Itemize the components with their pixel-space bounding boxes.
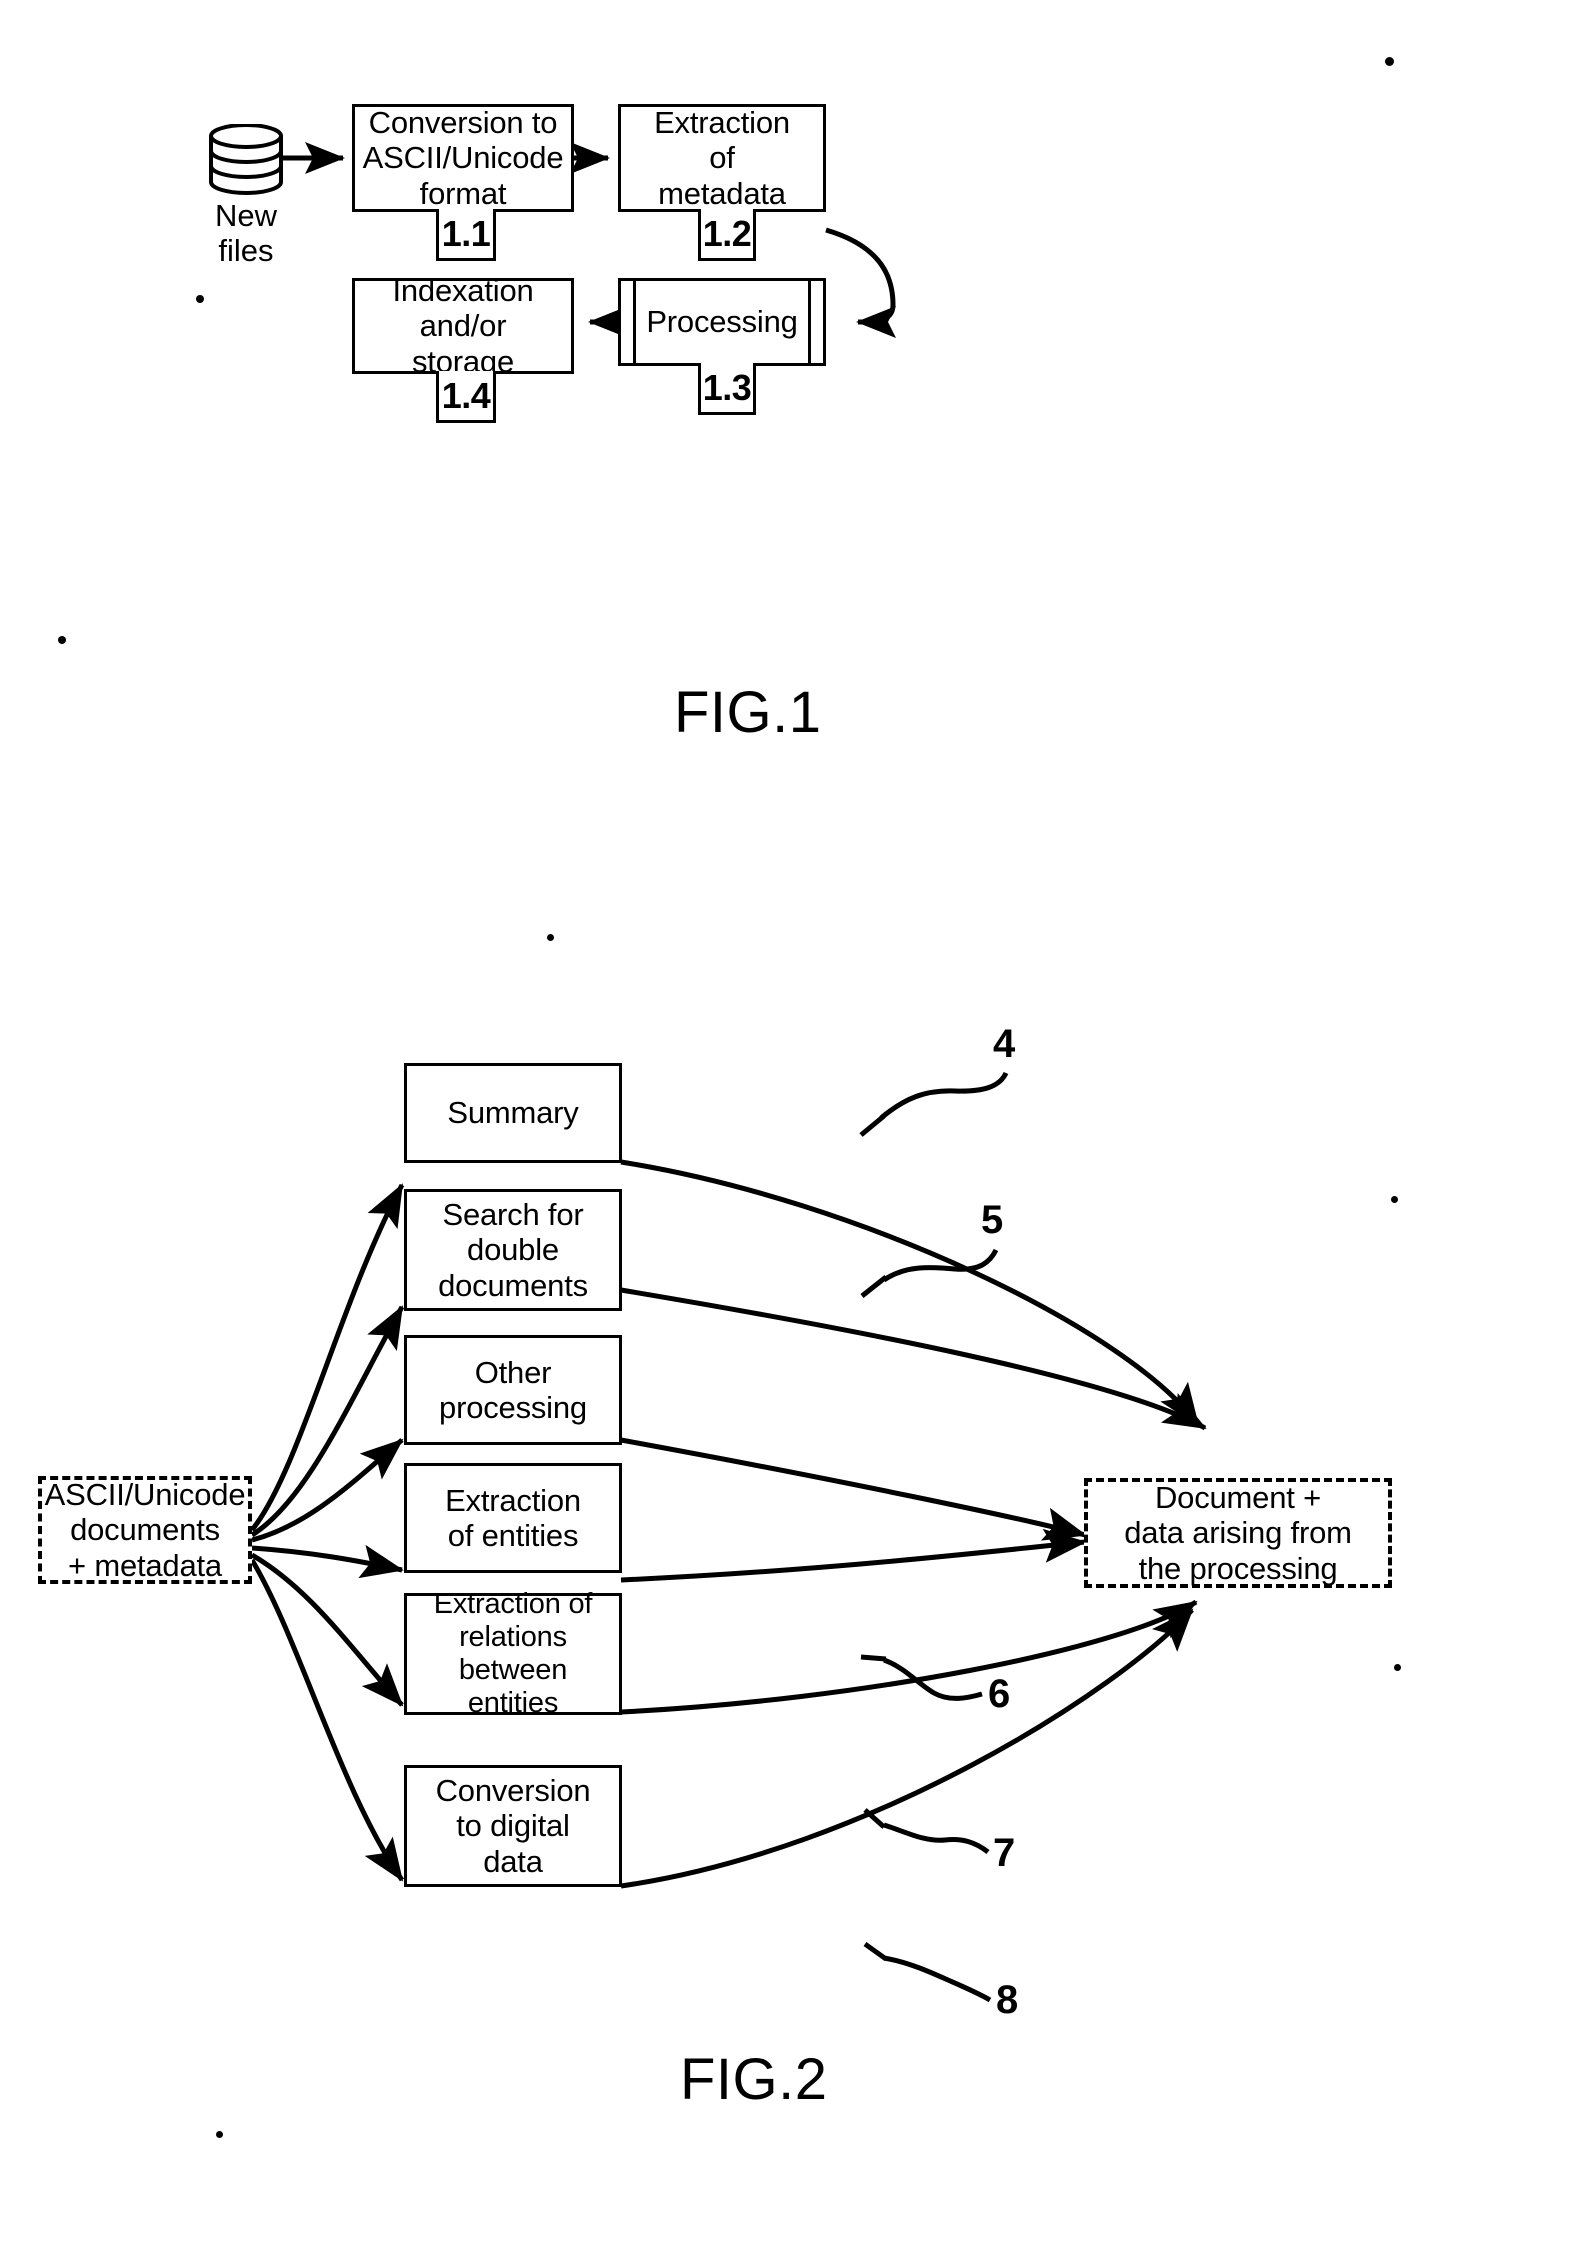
arrow-input-to-entities — [251, 1544, 404, 1579]
step-box-label: Processing — [646, 304, 798, 340]
leader-tick-4 — [859, 1114, 886, 1137]
scan-speck — [196, 295, 204, 303]
branch-box-conversion-to-digital-data: Conversion to digital data — [404, 1765, 622, 1887]
branch-box-other-processing: Other processing — [404, 1335, 622, 1445]
reference-numeral-5: 5 — [981, 1198, 1004, 1242]
step-box-conversion-ascii: Conversion to ASCII/Unicode format — [352, 104, 574, 212]
leader-line-8 — [883, 1955, 992, 2003]
branch-box-label: Extraction of relations between entities — [433, 1587, 593, 1720]
branch-box-label: Summary — [447, 1095, 579, 1131]
step-box-indexation-storage: Indexation and/or storage — [352, 273, 574, 379]
arrow-step2-to-step3 — [825, 227, 897, 338]
arrow-relations-to-output — [620, 1599, 1198, 1715]
leader-tick-6 — [860, 1654, 887, 1662]
arrow-conversion-to-output — [620, 1608, 1194, 1889]
branch-box-extraction-of-entities: Extraction of entities — [404, 1463, 622, 1573]
leader-tick-8 — [863, 1941, 888, 1962]
step-ref-tag-1-2: 1.2 — [698, 209, 756, 261]
step-ref-tag-1-1: 1.1 — [436, 209, 496, 261]
leader-line-7 — [883, 1822, 990, 1855]
output-box-document-plus-data: Document + data arising from the process… — [1084, 1478, 1392, 1588]
patent-drawing-sheet: New files Conversion to ASCII/Unicode fo… — [0, 0, 1591, 2252]
scan-speck — [547, 934, 554, 941]
arrow-summary-to-output — [620, 1159, 1201, 1427]
step-box-label: Indexation and/or storage — [392, 273, 534, 379]
scan-speck — [216, 2131, 223, 2138]
scan-speck — [1391, 1196, 1398, 1203]
source-label: New files — [214, 198, 277, 269]
branch-box-summary: Summary — [404, 1063, 622, 1163]
step-ref-tag-1-3: 1.3 — [698, 363, 756, 415]
step-box-label: Conversion to ASCII/Unicode format — [362, 105, 564, 211]
predefined-process-bar-right — [808, 281, 811, 363]
step-box-processing: Processing — [618, 278, 826, 366]
reference-numeral-7: 7 — [993, 1831, 1016, 1875]
step-box-label: Extraction of metadata — [654, 105, 790, 211]
reference-numeral-6: 6 — [988, 1672, 1011, 1716]
leader-tick-5 — [860, 1275, 888, 1298]
scan-speck — [1385, 57, 1394, 66]
branch-box-label: Conversion to digital data — [435, 1773, 591, 1879]
reference-numeral-8: 8 — [996, 1978, 1019, 2022]
arrow-input-to-relations — [250, 1552, 404, 1707]
step-box-extraction-metadata: Extraction of metadata — [618, 104, 826, 212]
arrow-double-docs-to-output — [620, 1287, 1207, 1431]
figure-2-caption: FIG.2 — [680, 2047, 828, 2112]
arrow-entities-to-output — [620, 1528, 1087, 1583]
figure-1-caption: FIG.1 — [674, 680, 822, 745]
arrow-input-to-summary — [250, 1183, 405, 1532]
reference-numeral-4: 4 — [993, 1022, 1016, 1066]
output-box-label: Document + data arising from the process… — [1124, 1480, 1352, 1586]
predefined-process-bar-left — [633, 281, 636, 363]
leader-line-4 — [879, 1071, 1009, 1120]
scan-speck — [58, 636, 66, 644]
branch-box-label: Other processing — [439, 1354, 587, 1425]
step-ref-tag-1-4: 1.4 — [436, 371, 496, 423]
arrow-other-to-output — [620, 1437, 1087, 1541]
branch-box-search-double-documents: Search for double documents — [404, 1189, 622, 1311]
branch-box-extraction-of-relations: Extraction of relations between entities — [404, 1588, 622, 1719]
branch-box-label: Extraction of entities — [445, 1482, 581, 1553]
arrow-input-to-conversion — [249, 1558, 405, 1882]
scan-speck — [1394, 1664, 1401, 1671]
input-box-ascii-documents: ASCII/Unicode documents + metadata — [38, 1476, 252, 1584]
branch-box-label: Search for double documents — [438, 1197, 588, 1303]
database-cylinder-icon — [208, 123, 284, 196]
input-box-label: ASCII/Unicode documents + metadata — [44, 1477, 246, 1583]
